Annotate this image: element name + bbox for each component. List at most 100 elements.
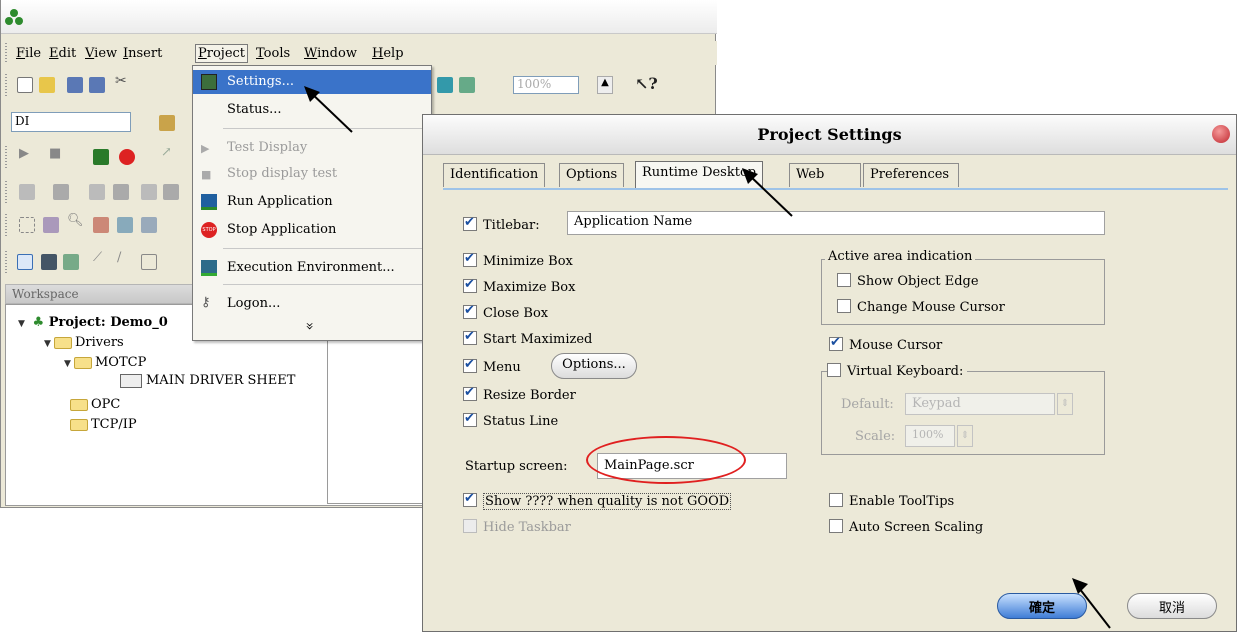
space-icon[interactable] (113, 184, 129, 200)
vk-scale-spinner[interactable]: ⇕ (957, 425, 973, 447)
dialog-titlebar: Project Settings (423, 115, 1236, 155)
tree-motcp[interactable]: ▼ MOTCP (64, 355, 146, 370)
find-icon[interactable] (159, 115, 175, 131)
align-icon[interactable] (19, 184, 35, 200)
maximize-box-checkbox[interactable]: Maximize Box (463, 277, 575, 295)
context-help-icon[interactable]: ↖? (635, 74, 658, 93)
checkbox-icon (829, 519, 843, 533)
menu-checkbox[interactable]: Menu (463, 357, 521, 375)
checkbox-icon (463, 303, 477, 319)
virtual-keyboard-checkbox[interactable]: Virtual Keyboard: (827, 363, 968, 379)
chart-icon[interactable] (141, 217, 157, 233)
tag-icon[interactable] (437, 77, 453, 93)
zoom-icon[interactable]: 🔍︎ (67, 213, 84, 229)
mouse-cursor-checkbox[interactable]: Mouse Cursor (829, 335, 942, 353)
image-icon[interactable] (117, 217, 133, 233)
pointer-icon[interactable] (17, 254, 33, 270)
enable-tooltips-checkbox[interactable]: Enable ToolTips (829, 493, 954, 509)
menu-insert[interactable]: Insert (122, 46, 163, 61)
zoom-input[interactable]: 100% (513, 76, 579, 94)
annotation-arrow-ok (1072, 578, 1111, 629)
expand-icon[interactable]: ▼ (44, 339, 54, 349)
startup-screen-label: Startup screen: (465, 459, 568, 474)
menu-window[interactable]: Window (303, 46, 358, 61)
tag-combo[interactable]: DI (11, 112, 131, 132)
align-center-icon[interactable] (53, 184, 69, 200)
paint-icon[interactable] (63, 254, 79, 270)
change-mouse-cursor-checkbox[interactable]: Change Mouse Cursor (837, 299, 1005, 315)
play-icon: ▶ (201, 142, 210, 155)
polyline-icon[interactable]: ⟋ (93, 250, 109, 266)
auto-screen-scaling-checkbox[interactable]: Auto Screen Scaling (829, 519, 983, 535)
show-quality-checkbox[interactable]: Show ???? when quality is not GOOD (463, 491, 732, 510)
checkbox-icon (463, 385, 477, 401)
menu-item-logon[interactable]: ⚷ Logon... (193, 292, 431, 316)
checkbox-icon (463, 519, 477, 533)
size-icon[interactable] (141, 184, 157, 200)
rotate-icon[interactable] (43, 217, 59, 233)
tree-tcpip[interactable]: TCP/IP (70, 417, 137, 432)
expand-icon[interactable]: ▼ (18, 319, 28, 329)
menu-tools[interactable]: Tools (255, 46, 291, 61)
menu-item-stop-display-test[interactable]: ■ Stop display test (193, 162, 431, 186)
menu-help[interactable]: Help (371, 46, 405, 61)
save-all-icon[interactable] (89, 77, 105, 93)
titlebar-checkbox[interactable]: Titlebar: (463, 215, 540, 233)
vk-default-label: Default: (841, 397, 894, 412)
close-icon[interactable] (1212, 125, 1230, 143)
annotation-ellipse-startup-screen (586, 436, 746, 484)
resize-border-checkbox[interactable]: Resize Border (463, 385, 576, 403)
more-items-chevron-icon[interactable]: » (301, 322, 317, 331)
expand-icon[interactable]: ▼ (64, 359, 74, 369)
show-object-edge-checkbox[interactable]: Show Object Edge (837, 273, 979, 289)
cancel-button[interactable]: 取消 (1127, 593, 1217, 619)
menu-item-execution-environment[interactable]: Execution Environment... (193, 256, 431, 280)
menu-project[interactable]: Project (195, 44, 249, 63)
tree-opc[interactable]: OPC (70, 397, 120, 412)
vk-default-select[interactable]: Keypad (905, 393, 1055, 415)
tree-project[interactable]: ▼ ♣ Project: Demo_0 (18, 315, 168, 330)
layer-icon[interactable] (163, 184, 179, 200)
status-line-checkbox[interactable]: Status Line (463, 411, 558, 429)
tree-drivers[interactable]: ▼ Drivers (44, 335, 124, 350)
zoom-spinner[interactable]: ▲ (597, 76, 613, 94)
menu-view[interactable]: View (84, 46, 118, 61)
play-icon[interactable]: ▶ (19, 146, 35, 162)
app-logo-icon (5, 9, 23, 25)
menu-item-run-application[interactable]: Run Application (193, 190, 431, 214)
fill-icon[interactable] (41, 254, 57, 270)
tree-main-driver-sheet[interactable]: MAIN DRIVER SHEET (120, 373, 295, 388)
menu-item-stop-application[interactable]: STOP Stop Application (193, 218, 431, 242)
open-folder-icon[interactable] (39, 77, 55, 93)
distribute-icon[interactable] (89, 184, 105, 200)
hide-taskbar-checkbox[interactable]: Hide Taskbar (463, 519, 571, 535)
tab-identification[interactable]: Identification (443, 163, 546, 187)
tab-options[interactable]: Options (559, 163, 625, 187)
titlebar-input[interactable]: Application Name (567, 211, 1105, 235)
select-rect-icon[interactable] (19, 217, 35, 233)
start-maximized-checkbox[interactable]: Start Maximized (463, 329, 592, 347)
run-icon[interactable] (93, 149, 109, 165)
save-icon[interactable] (67, 77, 83, 93)
close-box-checkbox[interactable]: Close Box (463, 303, 548, 321)
vk-scale-input[interactable]: 100% (905, 425, 955, 447)
minimize-box-checkbox[interactable]: Minimize Box (463, 251, 573, 269)
tab-web[interactable]: Web (789, 163, 861, 187)
menu-file[interactable]: File (15, 46, 42, 61)
screen-icon[interactable] (459, 77, 475, 93)
menu-edit[interactable]: Edit (48, 46, 77, 61)
toolbar-grip (5, 74, 7, 96)
rectangle-icon[interactable] (141, 254, 157, 270)
line-icon[interactable]: / (117, 250, 133, 266)
tab-preferences[interactable]: Preferences (863, 163, 959, 187)
menubar-grip (5, 43, 7, 63)
menu-options-button[interactable]: Options... (551, 353, 637, 379)
new-document-icon[interactable] (17, 77, 33, 93)
stop-small-icon[interactable]: ■ (49, 146, 65, 162)
pencil-icon[interactable] (93, 217, 109, 233)
toolbar-grip (5, 146, 7, 168)
vk-default-spinner[interactable]: ⇕ (1057, 393, 1073, 415)
arrow-icon[interactable]: ↗ (161, 145, 177, 161)
cut-icon[interactable]: ✂ (115, 73, 131, 89)
stop-icon[interactable] (119, 149, 135, 165)
